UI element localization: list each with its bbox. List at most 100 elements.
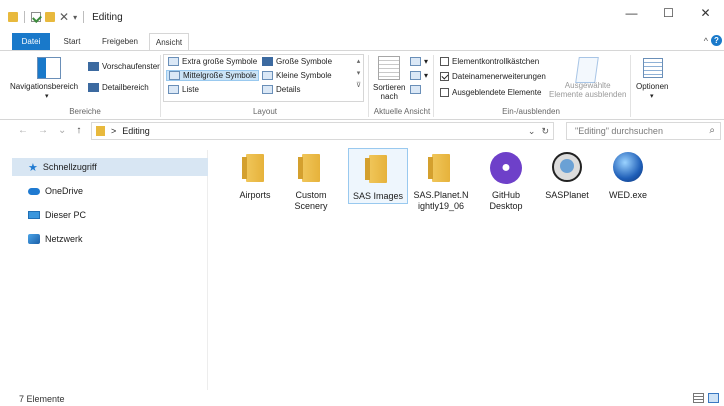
tab-start[interactable]: Start [56,33,88,51]
file-label: WED.exe [608,190,647,200]
sort-by-button[interactable]: Sortieren nach [373,83,405,101]
preview-pane-icon [88,62,99,71]
file-item-custom-scenery[interactable]: Custom Scenery [285,148,337,212]
file-item-wed-exe[interactable]: WED.exe [598,148,658,201]
file-item-airports[interactable]: Airports [225,148,285,201]
sidebar-item-this-pc[interactable]: Dieser PC [12,206,208,224]
group-by-button[interactable]: ▾ [410,57,428,66]
sidebar-item-quick-access[interactable]: ★ Schnellzugriff [12,158,208,176]
address-field[interactable]: > Editing ⌄ ↻ [91,122,554,140]
options-icon[interactable] [643,58,663,78]
group-label-current-view: Aktuelle Ansicht [373,107,431,116]
layout-list[interactable]: Liste [168,85,199,94]
file-item-sas-planet-nightly[interactable]: SAS.Planet.Nightly19_06 [413,148,469,212]
file-item-sasplanet[interactable]: SASPlanet [537,148,597,201]
maximize-button[interactable]: ☐ [650,6,687,20]
folder-icon [428,154,450,182]
layout-extra-large[interactable]: Extra große Symbole [168,57,257,66]
file-extensions-checkbox[interactable] [440,72,449,81]
sidebar-item-label: Schnellzugriff [42,162,97,172]
layout-medium[interactable]: Mittelgroße Symbole [166,70,260,81]
ribbon-collapse-button[interactable]: ^ [704,36,708,46]
layout-list-label: Liste [182,85,199,94]
status-bar: 7 Elemente [0,390,724,406]
navigation-pane: ★ Schnellzugriff OneDrive Dieser PC Netz… [12,150,208,390]
layout-large[interactable]: Große Symbole [262,57,332,66]
sort-icon[interactable] [378,56,400,80]
forward-icon[interactable]: → [38,125,48,136]
title-bar: ✕ ▾ Editing — ☐ ✕ [0,0,724,30]
breadcrumb[interactable]: Editing [122,126,150,136]
ribbon-tabs: Datei Start Freigeben Ansicht [0,33,724,51]
hide-selected-label: Ausgewählte [564,81,611,90]
tab-datei[interactable]: Datei [12,33,50,51]
file-list: Airports Custom Scenery SAS Images SAS.P… [225,148,715,238]
size-columns-button[interactable] [410,85,421,94]
chevron-down-icon[interactable]: ▾ [73,13,77,22]
file-extensions-toggle[interactable]: Dateinamenerweiterungen [440,72,546,81]
chevron-down-icon[interactable]: ▾ [650,92,654,100]
details-view-icon[interactable] [693,393,704,403]
navigation-pane-button[interactable]: Navigationsbereich [10,82,78,91]
cloud-icon [28,187,40,195]
group-label-show-hide: Ein-/ausblenden [502,107,560,116]
refresh-icon[interactable]: ↻ [541,126,549,137]
divider [630,55,631,117]
large-icons-view-icon[interactable] [708,393,719,403]
delete-icon[interactable]: ✕ [59,11,69,23]
sidebar-item-network[interactable]: Netzwerk [12,230,208,248]
back-icon[interactable]: ← [18,125,28,136]
details-pane-icon [88,83,99,92]
file-item-github-desktop[interactable]: ● GitHub Desktop [476,148,536,212]
folder-icon [242,154,264,182]
item-checkboxes-checkbox[interactable] [440,57,449,66]
group-by-icon [410,57,421,66]
file-label: GitHub Desktop [489,190,523,211]
wed-icon [613,152,643,182]
options-label: Optionen [636,82,669,91]
hidden-items-toggle[interactable]: Ausgeblendete Elemente [440,88,541,97]
file-item-sas-images[interactable]: SAS Images [348,148,408,204]
extra-large-icons-icon [168,57,179,66]
new-folder-icon[interactable] [45,12,55,22]
tab-freigeben[interactable]: Freigeben [96,33,144,51]
address-controls: ⌄ ↻ [528,126,549,137]
hidden-items-checkbox[interactable] [440,88,449,97]
chevron-down-icon[interactable]: ⌄ [528,126,536,137]
ribbon: Navigationsbereich ▾ Vorschaufenster Det… [0,50,724,120]
add-columns-button[interactable]: ▾ [410,71,428,80]
close-button[interactable]: ✕ [687,6,724,20]
preview-pane-button[interactable]: Vorschaufenster [88,62,160,71]
recent-locations-icon[interactable]: ⌄ [58,125,66,136]
github-icon: ● [490,152,522,184]
search-icon[interactable]: ⌕ [709,123,715,139]
item-checkboxes-toggle[interactable]: Elementkontrollkästchen [440,57,539,66]
help-icon[interactable]: ? [711,35,722,46]
file-label: Airports [239,190,271,200]
layout-small[interactable]: Kleine Symbole [262,71,332,80]
navigation-pane-icon[interactable] [37,57,61,79]
folder-icon [8,12,18,22]
star-icon: ★ [28,161,38,174]
sidebar-item-label: OneDrive [45,186,84,196]
search-input[interactable]: "Editing" durchsuchen ⌕ [566,122,721,140]
properties-icon[interactable] [31,12,41,22]
options-button[interactable]: Optionen [636,82,668,91]
sidebar-item-onedrive[interactable]: OneDrive [12,182,208,200]
divider [83,11,85,23]
chevron-right-icon[interactable]: > [111,126,116,136]
minimize-button[interactable]: — [613,6,650,20]
item-count: 7 Elemente [19,394,65,404]
preview-pane-label: Vorschaufenster [102,62,160,71]
layout-details[interactable]: Details [262,85,300,94]
tab-ansicht[interactable]: Ansicht [149,33,189,51]
window-title: Editing [92,11,123,23]
sort-by-label-2: nach [380,92,398,101]
details-icon [262,85,273,94]
layout-scroll[interactable]: ▴ ▾ ⊽ [354,56,363,92]
layout-details-label: Details [276,85,301,94]
hide-selected-button[interactable]: Ausgewählte Elemente ausblenden [549,81,626,99]
up-icon[interactable]: ↑ [76,125,81,136]
chevron-down-icon[interactable]: ▾ [45,92,49,100]
details-pane-button[interactable]: Detailbereich [88,83,149,92]
